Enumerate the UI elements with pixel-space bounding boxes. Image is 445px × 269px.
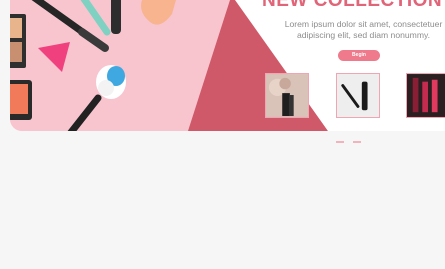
brush-thumbnail[interactable] <box>265 73 309 118</box>
brush-image-icon <box>266 74 308 117</box>
eyeliner-image-icon <box>337 74 379 117</box>
sponge-icon <box>38 42 70 72</box>
promo-banner: NEW COLLECTION Lorem ipsum dolor sit ame… <box>10 0 445 131</box>
carousel-dot[interactable] <box>353 141 362 143</box>
sponge-heart-icon <box>141 0 176 25</box>
powder-brush-icon <box>67 65 126 131</box>
banner-headline: NEW COLLECTION <box>262 0 443 11</box>
carousel-indicator <box>336 130 366 148</box>
brush-top-icon <box>31 0 109 52</box>
eyeliner-thumbnail[interactable] <box>336 73 380 118</box>
carousel-dot[interactable] <box>336 141 344 143</box>
begin-button[interactable]: Begin <box>338 50 380 61</box>
banner-subtext: Lorem ipsum dolor sit amet, consectetuer… <box>284 19 443 40</box>
pencil-icon <box>80 0 111 36</box>
lipstick-thumbnail[interactable] <box>406 73 445 118</box>
tube-icon <box>111 0 121 34</box>
makeup-illustration <box>10 0 176 131</box>
lipstick-image-icon <box>407 74 445 117</box>
